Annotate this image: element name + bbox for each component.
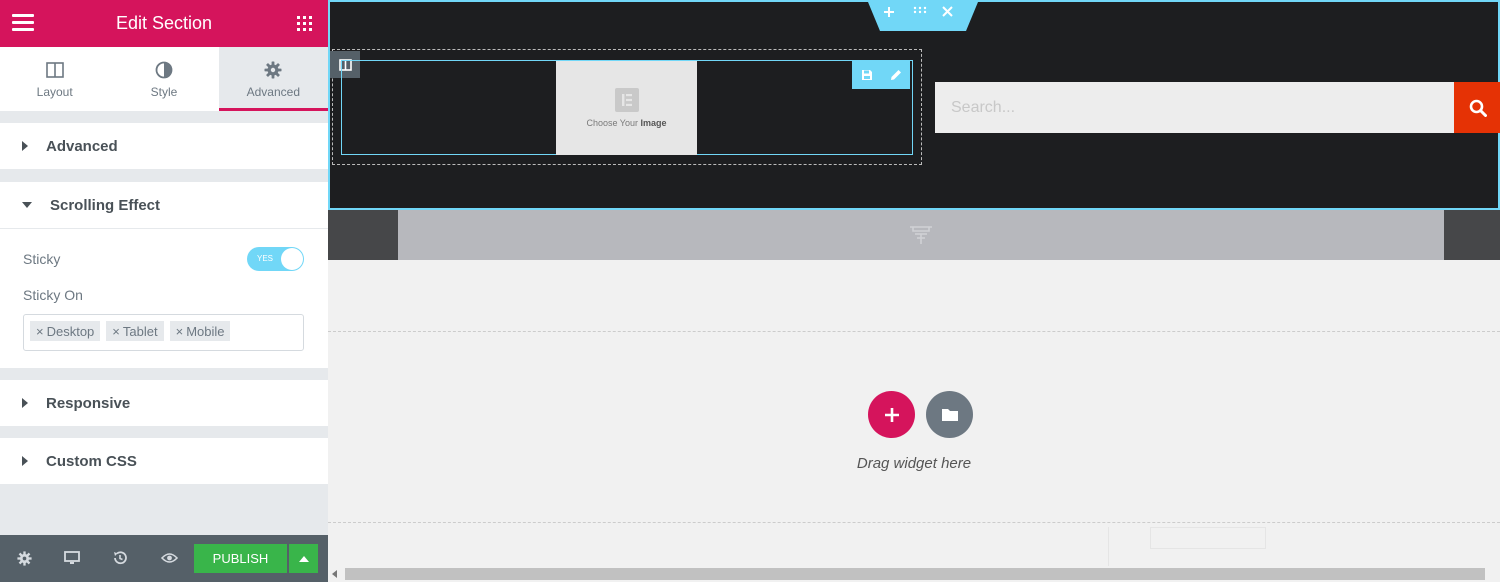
caret-down-icon	[22, 202, 32, 208]
placeholder-box	[1150, 527, 1266, 549]
horizontal-scrollbar[interactable]	[328, 566, 1500, 582]
elementor-editor: Edit Section Layout Style Advanced Advan…	[0, 0, 1500, 582]
nav-menu-placeholder[interactable]	[398, 210, 1444, 260]
image-placeholder[interactable]: Choose Your Image	[556, 61, 697, 155]
caret-right-icon	[22, 456, 28, 466]
tab-advanced[interactable]: Advanced	[218, 47, 329, 111]
panel-header: Edit Section	[0, 0, 328, 47]
section-advanced-header[interactable]: Advanced	[0, 123, 328, 169]
publish-options-caret-up-icon[interactable]	[289, 544, 318, 573]
add-template-button[interactable]	[926, 391, 973, 438]
plus-icon	[884, 407, 899, 422]
tab-advanced-label: Advanced	[246, 85, 300, 99]
editor-panel: Edit Section Layout Style Advanced Advan…	[0, 0, 329, 582]
chip-label: Tablet	[122, 323, 158, 339]
sticky-label: Sticky	[23, 251, 61, 267]
scrollbar-thumb[interactable]	[345, 568, 1485, 580]
gear-icon	[264, 59, 282, 81]
tab-style[interactable]: Style	[109, 47, 218, 111]
nav-menu-icon	[910, 226, 932, 244]
section-custom-css-label: Custom CSS	[46, 452, 137, 470]
chip-label: Mobile	[186, 323, 225, 339]
publish-button[interactable]: PUBLISH	[194, 544, 287, 573]
section-scrolling-effect-body: Sticky YES Sticky On × Desktop × Tablet × M…	[0, 228, 328, 368]
sticky-on-select[interactable]: × Desktop × Tablet × Mobile	[23, 314, 304, 351]
settings-gear-icon[interactable]	[13, 547, 35, 569]
divider	[1108, 527, 1109, 567]
tab-style-label: Style	[150, 85, 178, 99]
section-responsive-header[interactable]: Responsive	[0, 380, 328, 426]
folder-icon	[941, 409, 958, 421]
edit-widget-pencil-icon[interactable]	[881, 60, 910, 89]
sticky-toggle[interactable]: YES	[247, 247, 304, 271]
placeholder-bold-text: Image	[640, 118, 667, 128]
remove-chip-icon[interactable]: ×	[112, 324, 120, 339]
placeholder-text: Choose Your	[586, 118, 638, 128]
section-custom-css-header[interactable]: Custom CSS	[0, 438, 328, 484]
tab-layout-label: Layout	[36, 85, 73, 99]
caret-right-icon	[22, 141, 28, 151]
add-section-icon[interactable]	[883, 6, 903, 26]
remove-chip-icon[interactable]: ×	[176, 324, 184, 339]
search-icon	[1469, 99, 1487, 117]
add-new-section-button[interactable]	[868, 391, 915, 438]
add-section-dropzone	[328, 331, 1500, 523]
scroll-left-arrow-icon[interactable]	[332, 570, 337, 578]
close-icon[interactable]	[942, 6, 962, 26]
section-scrolling-effect-label: Scrolling Effect	[50, 196, 161, 214]
search-button[interactable]	[1454, 82, 1500, 133]
elementor-logo-icon	[614, 88, 639, 112]
history-icon[interactable]	[109, 547, 131, 569]
desktop-icon[interactable]	[61, 547, 83, 569]
drag-widget-text: Drag widget here	[856, 455, 972, 472]
remove-chip-icon[interactable]: ×	[36, 324, 44, 339]
preview-canvas: Choose Your Image Drag widget here	[328, 0, 1500, 582]
image-placeholder-label: Choose Your Image	[586, 118, 666, 128]
drag-handle-icon[interactable]	[913, 6, 933, 26]
save-widget-icon[interactable]	[852, 60, 881, 89]
caret-right-icon	[22, 398, 28, 408]
sticky-toggle-text: YES	[257, 254, 274, 263]
section-handle	[868, 2, 978, 31]
tab-layout[interactable]: Layout	[0, 47, 109, 111]
widgets-grid-icon[interactable]	[297, 16, 312, 31]
search-input[interactable]	[935, 82, 1454, 133]
chip-mobile: × Mobile	[169, 321, 231, 341]
section-scrolling-effect-header[interactable]: Scrolling Effect	[0, 182, 328, 228]
contrast-icon	[155, 59, 173, 81]
panel-title: Edit Section	[115, 13, 213, 33]
chip-desktop: × Desktop	[30, 321, 101, 341]
panel-tabs: Layout Style Advanced	[0, 47, 329, 111]
chip-label: Desktop	[46, 323, 95, 339]
section-advanced-label: Advanced	[46, 137, 118, 155]
chip-tablet: × Tablet	[106, 321, 164, 341]
toggle-knob	[281, 248, 303, 270]
panel-footer: PUBLISH	[0, 535, 328, 582]
eye-icon[interactable]	[158, 547, 180, 569]
columns-icon	[45, 59, 64, 81]
header-section[interactable]: Choose Your Image	[328, 0, 1500, 210]
sticky-on-label: Sticky On	[23, 287, 83, 303]
section-responsive-label: Responsive	[46, 394, 131, 412]
